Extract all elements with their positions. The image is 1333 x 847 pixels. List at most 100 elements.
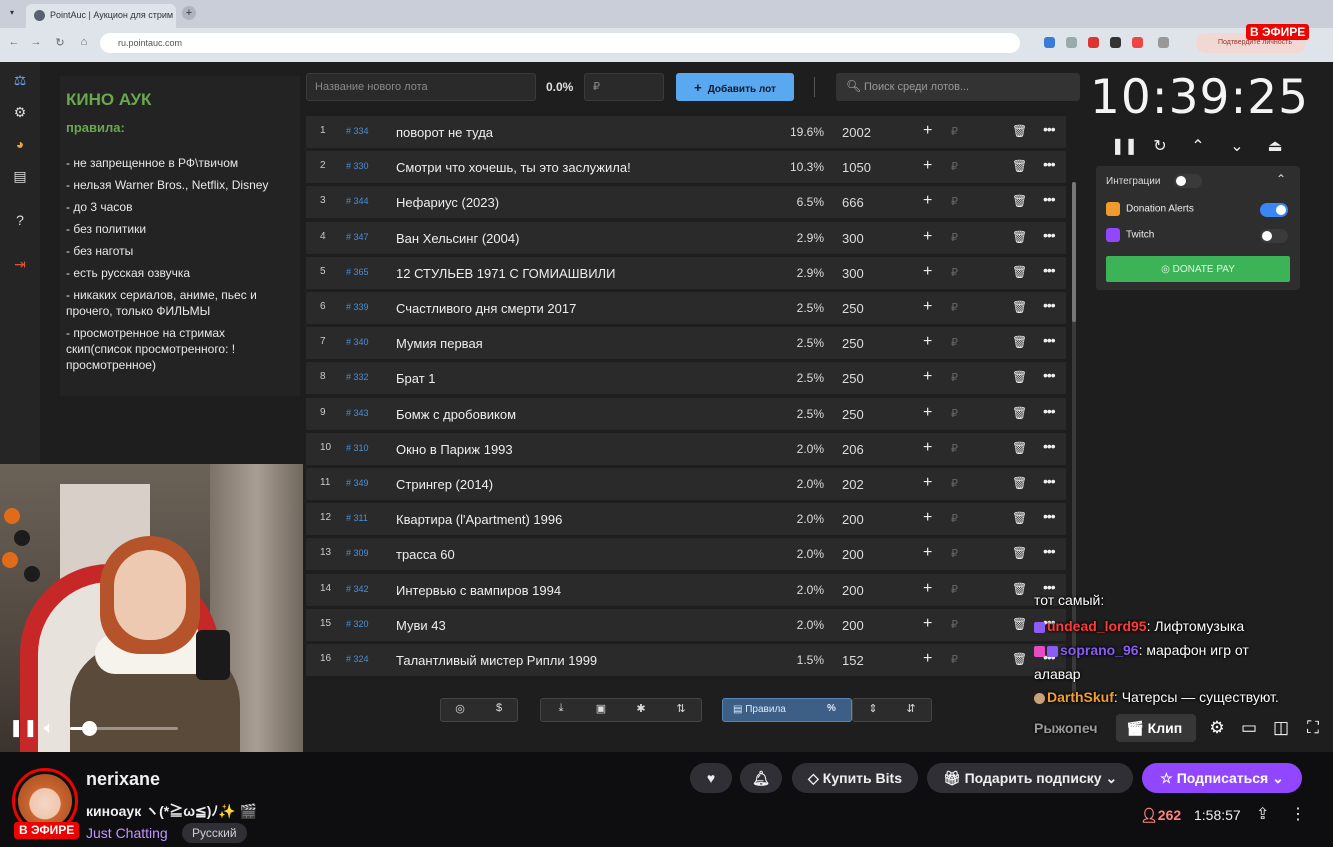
lot-id: # 365 [346, 266, 369, 277]
new-lot-amount-input [584, 73, 664, 101]
chat-username: undead_lord95 [1047, 618, 1147, 634]
extension-icon [1110, 37, 1121, 48]
extension-icon [1066, 37, 1077, 48]
lot-amount: 250 [842, 406, 864, 422]
volume-icon[interactable]: 🔈︎ [38, 718, 60, 738]
chat-message: soprano_96: марафон игр от [1034, 642, 1249, 658]
chat-badge-icon [1034, 621, 1045, 633]
cast-icon[interactable]: ▭ [1238, 718, 1260, 738]
toggle-knob [1276, 205, 1286, 215]
lot-amount: 200 [842, 617, 864, 633]
lot-percent: 1.5% [796, 653, 824, 667]
subscribe-button[interactable]: ☆ Подписаться ⌄ [1142, 763, 1302, 793]
add-to-lot-icon: + [923, 122, 933, 139]
reset-icon: ↻ [1153, 138, 1167, 155]
lot-id: # 309 [346, 548, 369, 559]
lot-number: 6 [320, 301, 326, 312]
lot-title: Счастливого дня смерти 2017 [396, 301, 577, 316]
new-lot-name-input [306, 73, 536, 101]
add-to-lot-icon: + [923, 579, 933, 597]
player-controls: ❚❚ 🔈︎ 🎬︎ Клип ⚙ ▭ ◫ ⛶ [0, 710, 1333, 752]
donation-alerts-toggle [1260, 203, 1288, 217]
lot-percent: 2.0% [796, 617, 824, 632]
add-to-lot-icon: + [923, 403, 933, 421]
integrations-label: Интеграции [1106, 176, 1161, 187]
delete-icon: 🗑 [1012, 124, 1028, 138]
lot-topbar: 0.0% + Добавить лот 🔍︎ [306, 73, 1086, 101]
cam-garland [0, 508, 60, 588]
fullscreen-icon[interactable]: ⛶ [1302, 718, 1324, 738]
garland-bead [2, 552, 18, 568]
gift-icon: 🎁︎ [942, 769, 961, 786]
timer-panel: 10:39:25 ❚❚ ↻ ⌃ ⌄ ⏏ [1090, 70, 1308, 166]
live-badge: В ЭФИРЕ [14, 822, 80, 839]
lot-id: # 332 [346, 372, 369, 383]
clip-button[interactable]: 🎬︎ Клип [1116, 714, 1196, 742]
pause-button[interactable]: ❚❚ [9, 718, 38, 738]
chevron-down-icon: ⌄ [1230, 138, 1244, 155]
volume-slider[interactable] [70, 721, 178, 736]
lot-number: 7 [320, 336, 326, 348]
subscribe-label: Подписаться [1176, 769, 1269, 786]
chat-username: DarthSkuf [1047, 689, 1114, 705]
delete-icon: 🗑 [1012, 159, 1028, 174]
add-to-lot-icon: + [923, 333, 933, 351]
history-clipboard-icon: ▤ [13, 168, 27, 184]
ruble-input-icon: ₽ [951, 161, 958, 174]
ruble-input-icon: ₽ [951, 583, 958, 596]
lot-row: 12 # 311 Квартира (l'Apartment) 1996 2.0% 20… [306, 503, 1066, 536]
chat-text: марафон игр от [1146, 642, 1249, 658]
delete-icon: 🗑 [1012, 370, 1028, 385]
lot-id: # 320 [346, 618, 369, 629]
theatre-mode-icon[interactable]: ◫ [1270, 718, 1292, 738]
lot-id: # 339 [346, 302, 369, 312]
cam-streamer-face [114, 550, 186, 640]
notifications-button[interactable]: 🔔︎ [740, 763, 782, 793]
gift-sub-button[interactable]: 🎁︎ Подарить подписку ⌄ [927, 763, 1133, 793]
garland-bead [14, 530, 30, 546]
chevron-up-icon: ⌃ [1191, 138, 1205, 155]
channel-name[interactable]: nerixane [86, 769, 160, 790]
new-lot-percent: 0.0% [546, 80, 574, 94]
lot-number: 4 [320, 230, 326, 242]
bits-icon: ◇ [808, 769, 819, 786]
more-options-icon[interactable]: ⋮ [1290, 804, 1306, 824]
lot-percent: 2.5% [796, 406, 824, 421]
lot-title: Окно в Париж 1993 [396, 441, 513, 457]
lot-row: 14 # 342 Интервью с вампиров 1994 2.0% 200 + ₽… [306, 573, 1066, 606]
share-icon[interactable]: ⇪ [1256, 804, 1269, 824]
language-tag[interactable]: Русский [182, 823, 247, 843]
more-icon: ••• [1043, 261, 1056, 278]
lot-number: 10 [320, 441, 332, 453]
donation-alerts-label: Donation Alerts [1126, 203, 1194, 215]
delete-icon: 🗑 [1012, 581, 1028, 596]
more-icon: ••• [1043, 402, 1056, 419]
ruble-input-icon: ₽ [951, 126, 958, 138]
browser-tab-title: PointAuc | Аукцион для стрим [50, 10, 174, 20]
more-icon: ••• [1043, 367, 1056, 384]
volume-knob[interactable] [82, 721, 98, 736]
lot-row: 10 # 310 Окно в Париж 1993 2.0% 206 + ₽ 🗑 ••• [306, 432, 1066, 465]
add-to-lot-icon: + [923, 192, 933, 210]
lot-id: # 344 [346, 196, 369, 207]
toggle-knob [1262, 231, 1272, 241]
integrations-panel: Интеграции ⌃ Donation Alerts Twitch ◎ DO… [1096, 166, 1300, 290]
forward-icon: → [30, 36, 42, 48]
lot-search-input [864, 73, 1074, 101]
lot-row: 16 # 324 Талантливый мистер Рипли 1999 1.5%… [306, 644, 1066, 676]
toggle-knob [1176, 176, 1186, 186]
follow-heart-button[interactable]: ♥ [690, 763, 732, 793]
buy-bits-button[interactable]: ◇ Купить Bits [792, 763, 918, 793]
delete-icon: 🗑 [1012, 405, 1028, 420]
lot-title: поворот не туда [396, 125, 494, 140]
add-to-lot-icon: + [923, 474, 933, 491]
chat-message: тот самый: [1034, 592, 1104, 608]
address-text: ru.pointauc.com [118, 38, 183, 48]
lot-row: 11 # 349 Стрингер (2014) 2.0% 202 + ₽ 🗑 ••• [306, 468, 1066, 500]
video-player[interactable]: ▾ PointAuc | Аукцион для стрим + ← → ↻ ⌂… [0, 0, 1333, 752]
settings-gear-icon[interactable]: ⚙ [1206, 718, 1228, 738]
tab-menu-icon: ▾ [9, 8, 14, 17]
lot-number: 16 [320, 653, 332, 664]
category-link[interactable]: Just Chatting [86, 825, 168, 841]
chat-message: алавар [1034, 666, 1081, 682]
